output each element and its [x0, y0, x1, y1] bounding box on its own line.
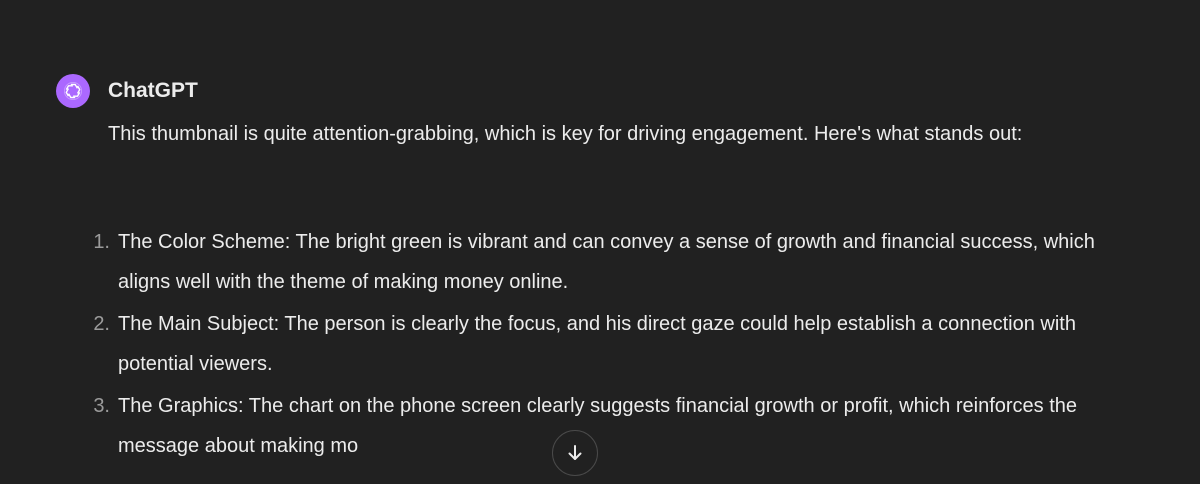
- message-intro: This thumbnail is quite attention-grabbi…: [108, 123, 1023, 145]
- list-item-number: 1.: [93, 231, 110, 253]
- openai-logo-icon: [63, 81, 83, 101]
- list-item-text: The Color Scheme: The bright green is vi…: [118, 231, 1095, 293]
- message-author: ChatGPT: [108, 79, 198, 102]
- list-item: 1. The Color Scheme: The bright green is…: [80, 222, 1120, 302]
- chatgpt-avatar: [56, 74, 90, 108]
- list-item-number: 2.: [93, 313, 110, 335]
- list-item-text: The Main Subject: The person is clearly …: [118, 313, 1076, 375]
- message-body: This thumbnail is quite attention-grabbi…: [108, 114, 1118, 154]
- list-item-number: 3.: [93, 395, 110, 417]
- scroll-to-bottom-button[interactable]: [552, 430, 598, 476]
- arrow-down-icon: [568, 445, 582, 460]
- list-item: 3. The Graphics: The chart on the phone …: [80, 386, 1120, 466]
- numbered-list: 1. The Color Scheme: The bright green is…: [80, 222, 1120, 468]
- list-item: 2. The Main Subject: The person is clear…: [80, 304, 1120, 384]
